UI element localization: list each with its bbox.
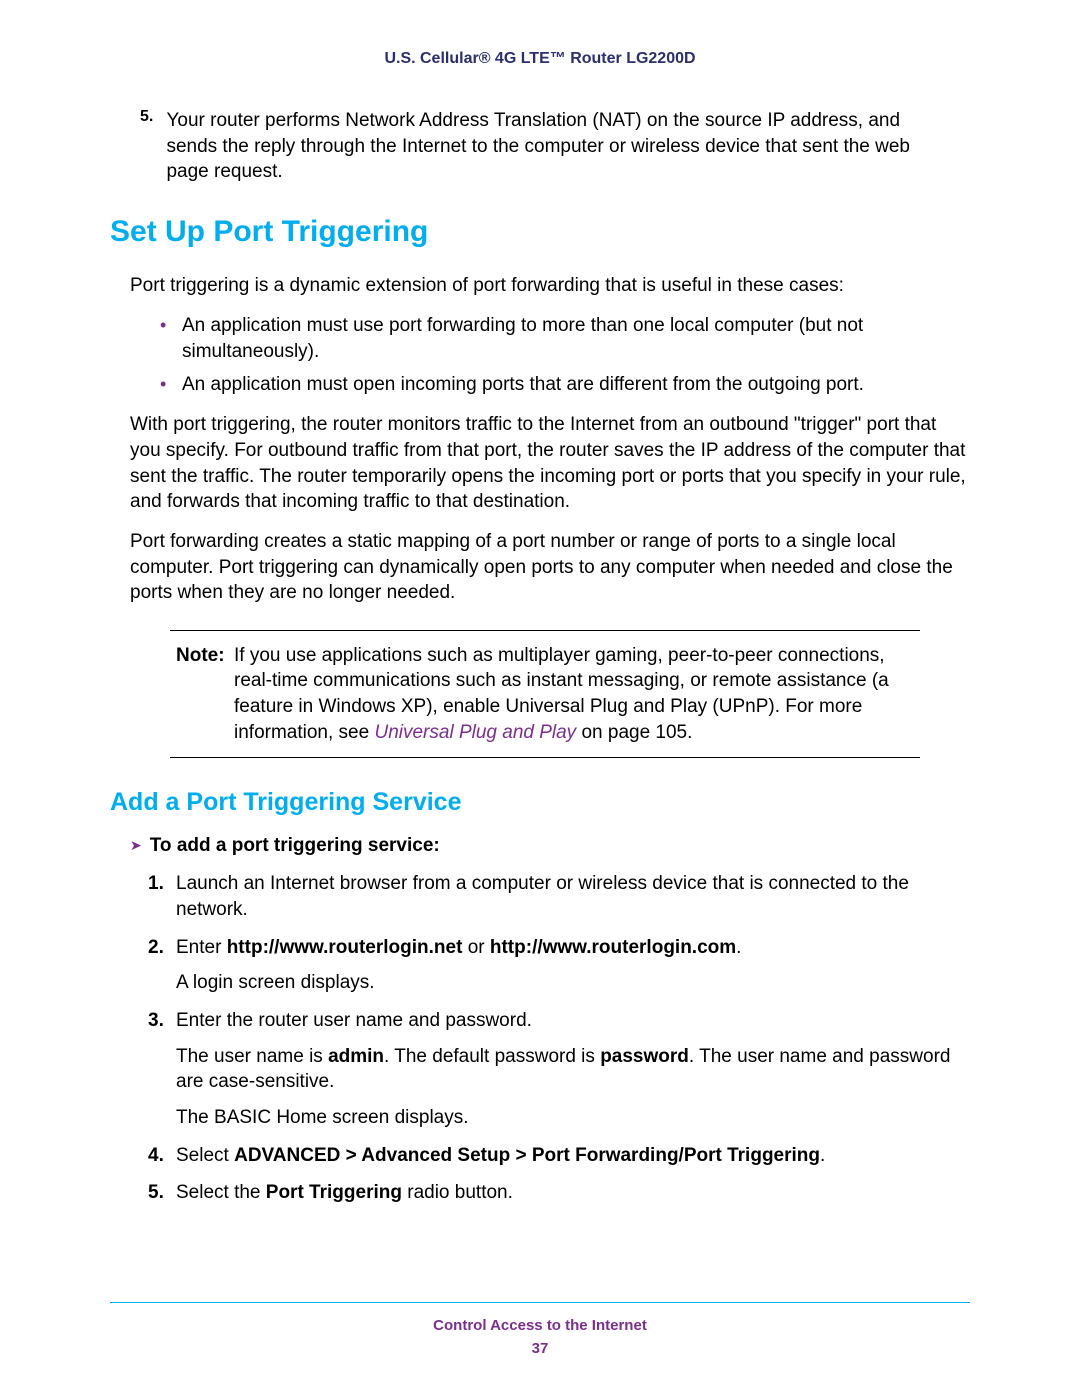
- paragraph-forwarding-compare: Port forwarding creates a static mapping…: [130, 529, 970, 606]
- note-label: Note:: [176, 643, 234, 746]
- cases-bullet-list: An application must use port forwarding …: [160, 313, 970, 399]
- step-number: 3.: [148, 1008, 164, 1034]
- t: .: [736, 937, 741, 958]
- footer-page-number: 37: [110, 1340, 970, 1357]
- step-number: 2.: [148, 935, 164, 961]
- step-text: Launch an Internet browser from a comput…: [176, 873, 909, 920]
- intro-paragraph: Port triggering is a dynamic extension o…: [130, 273, 970, 299]
- step-4: 4. Select ADVANCED > Advanced Setup > Po…: [148, 1143, 970, 1169]
- note-body-after: on page 105.: [581, 722, 692, 743]
- bullet-item: An application must open incoming ports …: [160, 372, 970, 399]
- step-number: 4.: [148, 1143, 164, 1169]
- t: or: [462, 937, 489, 958]
- t: radio button.: [402, 1182, 513, 1203]
- link-upnp[interactable]: Universal Plug and Play: [374, 722, 576, 743]
- footer-rule: [110, 1302, 970, 1303]
- note-text: If you use applications such as multipla…: [234, 643, 914, 746]
- procedure-title: To add a port triggering service:: [150, 835, 440, 856]
- continued-step: 5. Your router performs Network Address …: [140, 108, 970, 185]
- t: Select: [176, 1145, 234, 1166]
- step-text: Enter the router user name and password.: [176, 1010, 532, 1031]
- step-2: 2. Enter http://www.routerlogin.net or h…: [148, 935, 970, 996]
- t: . The default password is: [384, 1046, 600, 1067]
- step-number: 1.: [148, 871, 164, 897]
- page-footer: Control Access to the Internet 37: [110, 1302, 970, 1357]
- t: Select the: [176, 1182, 266, 1203]
- url-routerlogin-net: http://www.routerlogin.net: [227, 937, 463, 958]
- t: Enter: [176, 937, 227, 958]
- step-subtext: The user name is admin. The default pass…: [176, 1044, 970, 1095]
- t: .: [820, 1145, 825, 1166]
- t: The user name is: [176, 1046, 328, 1067]
- step-number: 5.: [148, 1180, 164, 1206]
- step-5: 5. Select the Port Triggering radio butt…: [148, 1180, 970, 1206]
- heading-add-port-triggering-service: Add a Port Triggering Service: [110, 788, 970, 817]
- procedure-heading: ➤ To add a port triggering service:: [130, 835, 970, 857]
- password-default: password: [600, 1046, 689, 1067]
- footer-chapter-title: Control Access to the Internet: [110, 1317, 970, 1334]
- step-text: Enter http://www.routerlogin.net or http…: [176, 937, 741, 958]
- procedure-steps: 1. Launch an Internet browser from a com…: [148, 871, 970, 1205]
- username-admin: admin: [328, 1046, 384, 1067]
- step-subtext: A login screen displays.: [176, 970, 970, 996]
- step-text: Select the Port Triggering radio button.: [176, 1182, 513, 1203]
- step-1: 1. Launch an Internet browser from a com…: [148, 871, 970, 922]
- bullet-item: An application must use port forwarding …: [160, 313, 970, 366]
- step-text-5: Your router performs Network Address Tra…: [166, 108, 946, 185]
- radio-port-triggering: Port Triggering: [266, 1182, 402, 1203]
- note-callout: Note: If you use applications such as mu…: [170, 630, 920, 759]
- doc-header-title: U.S. Cellular® 4G LTE™ Router LG2200D: [110, 50, 970, 68]
- paragraph-trigger-explain: With port triggering, the router monitor…: [130, 412, 970, 515]
- url-routerlogin-com: http://www.routerlogin.com: [490, 937, 736, 958]
- step-subtext: The BASIC Home screen displays.: [176, 1105, 970, 1131]
- step-3: 3. Enter the router user name and passwo…: [148, 1008, 970, 1131]
- arrow-icon: ➤: [130, 837, 142, 854]
- heading-set-up-port-triggering: Set Up Port Triggering: [110, 215, 970, 249]
- step-number-5: 5.: [140, 108, 162, 126]
- step-text: Select ADVANCED > Advanced Setup > Port …: [176, 1145, 825, 1166]
- menu-path-advanced: ADVANCED > Advanced Setup > Port Forward…: [234, 1145, 820, 1166]
